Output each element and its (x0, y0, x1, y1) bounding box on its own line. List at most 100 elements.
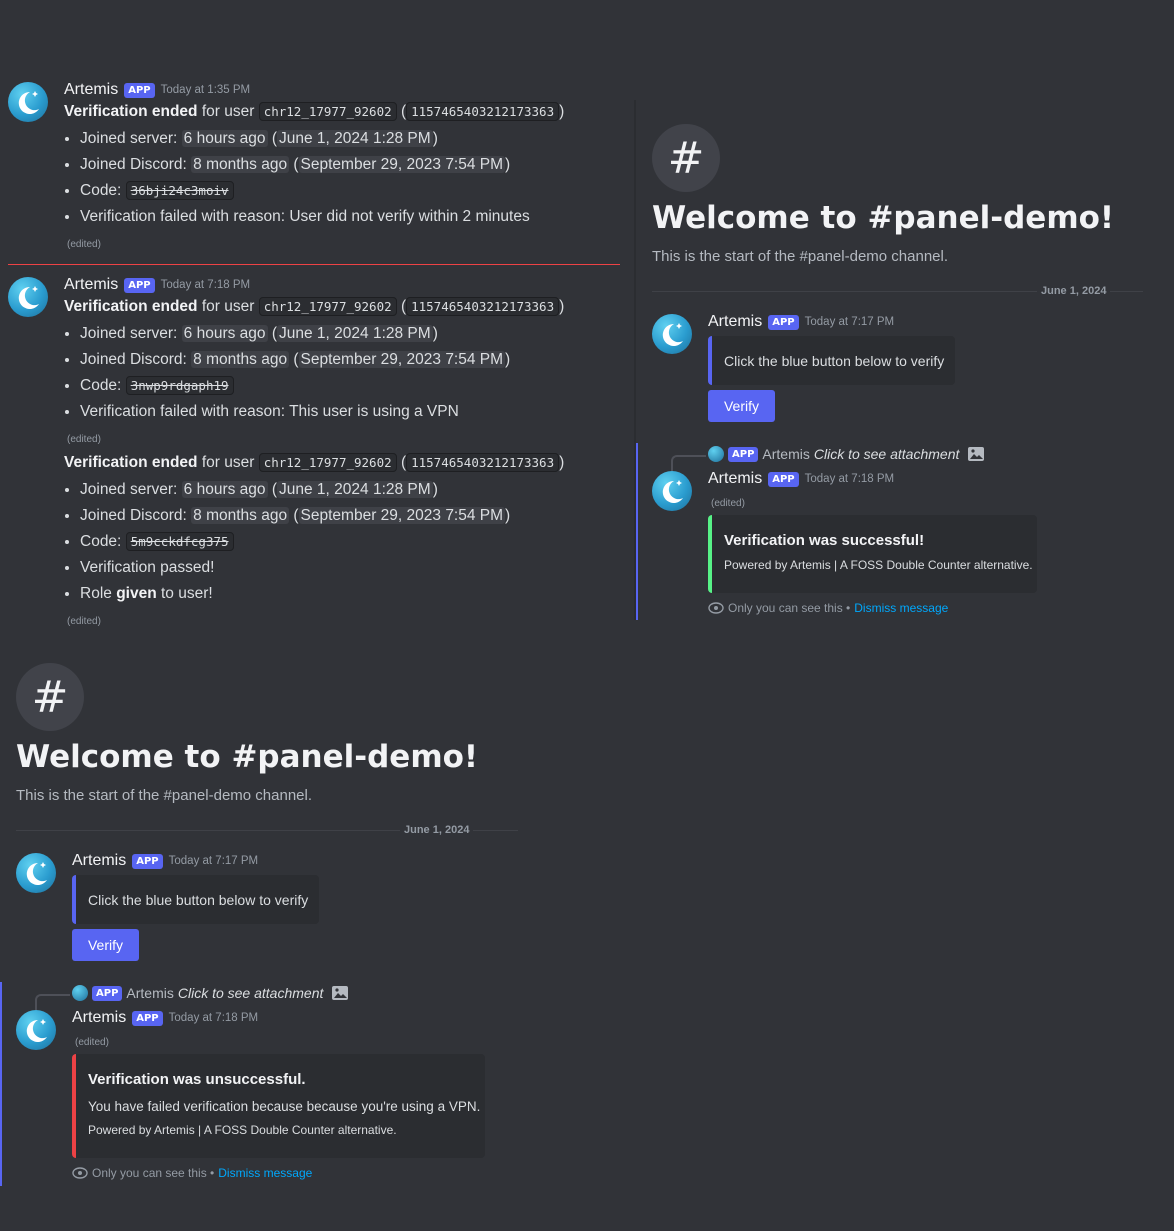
embed-title: Verification was successful! (724, 532, 925, 549)
absolute-time[interactable]: June 1, 2024 1:28 PM (277, 325, 433, 342)
relative-time[interactable]: 6 hours ago (181, 325, 268, 342)
username[interactable]: Artemis (72, 1009, 126, 1027)
edited-label: (edited) (67, 239, 101, 250)
verify-prompt-embed: Click the blue button below to verify (72, 875, 319, 924)
username[interactable]: Artemis (708, 313, 762, 331)
edited-label: (edited) (67, 616, 101, 627)
for-user-text: for user (201, 103, 255, 120)
reply-preview[interactable]: APP Artemis Click to see attachment (708, 446, 985, 462)
message-header: Artemis APP Today at 1:35 PM (64, 81, 250, 99)
reply-spine (671, 455, 706, 471)
list-item: Role given to user! (80, 581, 510, 607)
timestamp[interactable]: Today at 1:35 PM (161, 84, 251, 96)
success-embed: Verification was successful! Powered by … (708, 515, 1037, 593)
embed-footer: Powered by Artemis | A FOSS Double Count… (724, 558, 1033, 572)
timestamp[interactable]: Today at 7:17 PM (169, 855, 259, 867)
avatar[interactable] (16, 1010, 56, 1050)
ephemeral-highlight (636, 443, 638, 620)
title-bold: Verification ended (64, 298, 198, 315)
relative-time[interactable]: 8 months ago (191, 507, 290, 524)
list-item: Verification passed! (80, 555, 510, 581)
avatar[interactable] (8, 82, 48, 122)
reply-attachment-text: Click to see attachment (177, 985, 324, 1001)
relative-time[interactable]: 8 months ago (191, 156, 290, 173)
list-item: Code: 5m9cckdfcg375 (80, 529, 510, 555)
user-id-code: 1157465403212173363 (406, 102, 560, 121)
code-value: 5m9cckdfcg375 (125, 532, 234, 551)
new-messages-divider (8, 264, 620, 265)
absolute-time[interactable]: September 29, 2023 7:54 PM (298, 507, 506, 524)
relative-time[interactable]: 6 hours ago (181, 481, 268, 498)
list-item: Joined Discord: 8 months ago (September … (80, 347, 510, 373)
channel-start-text: This is the start of the #panel-demo cha… (652, 248, 949, 265)
verify-button[interactable]: Verify (72, 929, 139, 961)
relative-time[interactable]: 6 hours ago (181, 130, 268, 147)
absolute-time[interactable]: June 1, 2024 1:28 PM (277, 130, 433, 147)
message-header: Artemis APP Today at 7:18 PM (708, 470, 894, 488)
log-details: Joined server: 6 hours ago (June 1, 2024… (64, 477, 510, 607)
edited-label: (edited) (67, 434, 101, 445)
list-item: Joined Discord: 8 months ago (September … (80, 152, 530, 178)
absolute-time[interactable]: September 29, 2023 7:54 PM (298, 156, 506, 173)
timestamp[interactable]: Today at 7:18 PM (805, 473, 895, 485)
reply-attachment-text: Click to see attachment (813, 446, 960, 462)
for-user-text: for user (201, 454, 255, 471)
moon-icon (18, 91, 39, 114)
username[interactable]: Artemis (64, 81, 118, 99)
log-title: Verification ended for user chr12_17977_… (64, 453, 565, 472)
relative-time[interactable]: 8 months ago (191, 351, 290, 368)
failure-embed: Verification was unsuccessful. You have … (72, 1054, 485, 1158)
list-item: Joined Discord: 8 months ago (September … (80, 503, 510, 529)
channel-start-text: This is the start of the #panel-demo cha… (16, 787, 313, 804)
mini-avatar (72, 985, 88, 1001)
timestamp[interactable]: Today at 7:17 PM (805, 316, 895, 328)
avatar[interactable] (16, 853, 56, 893)
embed-title: Verification was unsuccessful. (88, 1071, 306, 1088)
only-you-text: Only you can see this • (92, 1166, 215, 1180)
code-value: 3nwp9rdgaph19 (125, 376, 234, 395)
username[interactable]: Artemis (708, 470, 762, 488)
app-badge: APP (92, 985, 123, 1001)
embed-footer: Powered by Artemis | A FOSS Double Count… (88, 1123, 397, 1137)
list-item: Verification failed with reason: This us… (80, 399, 510, 425)
absolute-time[interactable]: September 29, 2023 7:54 PM (298, 351, 506, 368)
username[interactable]: Artemis (64, 276, 118, 294)
verify-prompt-embed: Click the blue button below to verify (708, 336, 955, 385)
log-title: Verification ended for user chr12_17977_… (64, 297, 565, 316)
message-header: Artemis APP Today at 7:18 PM (64, 276, 250, 294)
absolute-time[interactable]: June 1, 2024 1:28 PM (277, 481, 433, 498)
app-badge: APP (728, 446, 759, 462)
list-item: Verification failed with reason: User di… (80, 204, 530, 230)
username[interactable]: Artemis (72, 852, 126, 870)
timestamp[interactable]: Today at 7:18 PM (161, 279, 251, 291)
image-icon (332, 986, 349, 1000)
eye-icon (72, 1167, 88, 1179)
channel-hash-icon: # (652, 124, 720, 192)
list-item: Joined server: 6 hours ago (June 1, 2024… (80, 477, 510, 503)
verify-button[interactable]: Verify (708, 390, 775, 422)
dismiss-link[interactable]: Dismiss message (854, 601, 948, 615)
for-user-text: for user (201, 298, 255, 315)
welcome-title: Welcome to #panel-demo! (652, 200, 1115, 236)
avatar[interactable] (8, 277, 48, 317)
message-header: Artemis APP Today at 7:18 PM (72, 1009, 258, 1027)
code-value: 36bji24c3moiv (125, 181, 234, 200)
welcome-title: Welcome to #panel-demo! (16, 739, 479, 775)
reply-preview[interactable]: APP Artemis Click to see attachment (72, 985, 349, 1001)
title-bold: Verification ended (64, 454, 198, 471)
user-id-code: 1157465403212173363 (406, 453, 560, 472)
avatar[interactable] (652, 471, 692, 511)
app-badge: APP (132, 853, 163, 869)
app-badge: APP (124, 277, 155, 293)
edited-label: (edited) (75, 1037, 109, 1048)
avatar[interactable] (652, 314, 692, 354)
dismiss-link[interactable]: Dismiss message (218, 1166, 312, 1180)
embed-description: You have failed verification because bec… (88, 1099, 481, 1114)
user-id-code: 1157465403212173363 (406, 297, 560, 316)
log-details: Joined server: 6 hours ago (June 1, 2024… (64, 126, 530, 230)
date-label: June 1, 2024 (400, 824, 474, 836)
message-header: Artemis APP Today at 7:17 PM (72, 852, 258, 870)
username-code: chr12_17977_92602 (258, 297, 397, 316)
eye-icon (708, 602, 724, 614)
timestamp[interactable]: Today at 7:18 PM (169, 1012, 259, 1024)
